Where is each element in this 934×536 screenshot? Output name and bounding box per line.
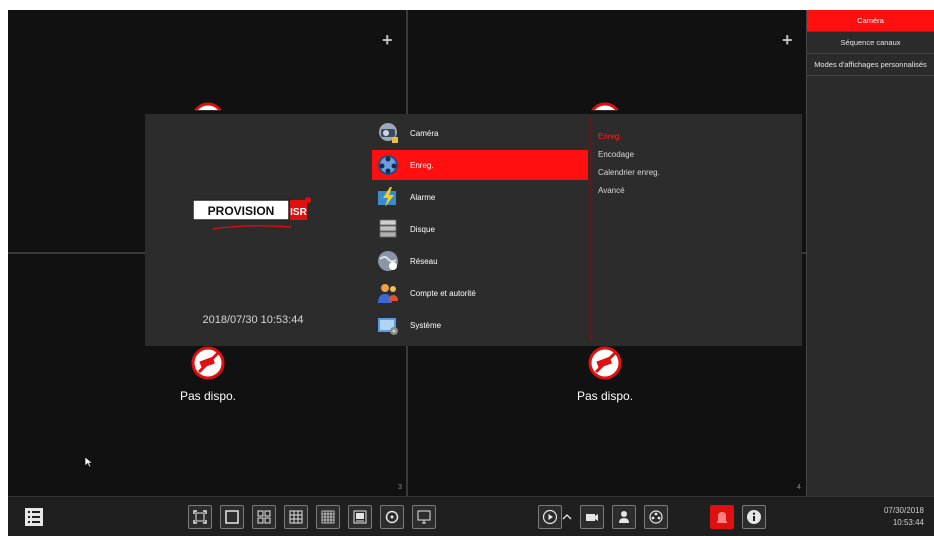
status-label: Pas dispo. (576, 389, 634, 403)
submenu-item-advanced[interactable]: Avancé (598, 182, 798, 200)
submenu: Enreg. Encodage Calendrier enreg. Avancé (598, 128, 798, 200)
svg-text:ISR: ISR (290, 207, 307, 218)
camera-offline-icon (191, 346, 225, 380)
alarm-bell-icon (717, 512, 727, 523)
menu-item-label: Caméra (410, 128, 439, 138)
play-icon (542, 509, 558, 525)
menu-item-disk[interactable]: Disque (372, 214, 588, 244)
menu-item-record[interactable]: Enreg. (372, 150, 588, 180)
channel-number: 4 (797, 484, 801, 491)
menu-item-label: Système (410, 320, 442, 330)
menu-list: Caméra Enreg. Alarme Disque Réseau Compt… (366, 114, 588, 346)
menu-brand-panel: PROVISION ISR 2018/07/30 10:53:44 (145, 114, 361, 346)
layout-4-button[interactable] (252, 505, 276, 529)
add-camera-icon[interactable]: + (782, 30, 793, 51)
menu-item-label: Compte et autorité (410, 288, 476, 298)
network-globe-icon (378, 251, 398, 271)
menu-item-label: Alarme (410, 192, 436, 202)
record-button[interactable] (580, 505, 604, 529)
menu-divider (590, 118, 591, 342)
menu-item-system[interactable]: Système (372, 310, 588, 340)
taskbar: 07/30/2018 10:53:44 (8, 496, 934, 536)
layout-1-button[interactable] (220, 505, 244, 529)
provision-isr-logo: PROVISION ISR (193, 197, 311, 230)
panel-tab-custom-layouts[interactable]: Modes d'affichages personnalisés (807, 54, 934, 76)
channel-panel: Caméra Séquence canaux Modes d'affichage… (806, 10, 934, 496)
nine-view-icon (289, 510, 303, 524)
custom-layout-button[interactable] (348, 505, 372, 529)
film-reel-icon (378, 155, 398, 175)
quad-view-icon (257, 510, 271, 524)
info-icon (747, 510, 761, 524)
playback-button[interactable] (538, 505, 562, 529)
playback-options-button[interactable] (560, 505, 574, 529)
snapshot-button[interactable] (612, 505, 636, 529)
cycle-icon (385, 510, 399, 524)
layout-16-button[interactable] (316, 505, 340, 529)
output-button[interactable] (412, 505, 436, 529)
system-icon (378, 318, 398, 335)
camera-icon (379, 123, 398, 143)
film-reel-icon (649, 510, 663, 524)
info-button[interactable] (742, 505, 766, 529)
video-camera-icon (586, 514, 598, 521)
panel-tab-camera[interactable]: Caméra (807, 10, 934, 32)
sequence-button[interactable] (380, 505, 404, 529)
alarm-button[interactable] (710, 505, 734, 529)
person-icon (619, 511, 629, 523)
taskbar-time: 10:53:44 (892, 518, 924, 527)
layout-9-button[interactable] (284, 505, 308, 529)
monitor-icon (417, 510, 431, 524)
fullscreen-button[interactable] (188, 505, 212, 529)
alarm-icon (378, 187, 396, 207)
svg-text:PROVISION: PROVISION (208, 204, 275, 218)
submenu-item-encoding[interactable]: Encodage (598, 146, 798, 164)
submenu-item-record[interactable]: Enreg. (598, 128, 798, 146)
nvr-screen: + + Pas dispo. 3 Pas dispo. 4 Caméra Séq… (8, 10, 934, 536)
film-button[interactable] (644, 505, 668, 529)
chevron-up-icon (562, 514, 572, 520)
add-camera-icon[interactable]: + (382, 30, 393, 51)
menu-datetime: 2018/07/30 10:53:44 (202, 314, 304, 326)
panel-tab-sequence[interactable]: Séquence canaux (807, 32, 934, 54)
menu-item-alarm[interactable]: Alarme (372, 182, 588, 212)
channel-number: 3 (398, 484, 402, 491)
taskbar-date: 07/30/2018 (883, 506, 924, 515)
disk-icon (379, 219, 397, 238)
single-view-icon (225, 510, 239, 524)
menu-list-icon (25, 508, 43, 526)
mouse-cursor-icon (84, 456, 94, 468)
fullscreen-icon (193, 510, 207, 524)
menu-item-label: Réseau (410, 256, 438, 266)
main-menu: PROVISION ISR 2018/07/30 10:53:44 Caméra (145, 114, 802, 346)
custom-view-icon (353, 510, 367, 524)
start-menu-button[interactable] (22, 505, 46, 529)
menu-item-camera[interactable]: Caméra (372, 118, 588, 148)
menu-item-label: Disque (410, 224, 435, 234)
menu-item-label: Enreg. (410, 160, 434, 170)
submenu-item-schedule[interactable]: Calendrier enreg. (598, 164, 798, 182)
menu-item-accounts[interactable]: Compte et autorité (372, 278, 588, 308)
taskbar-clock: 07/30/2018 10:53:44 (884, 505, 924, 529)
users-icon (378, 284, 398, 303)
camera-offline-icon (588, 346, 622, 380)
status-label: Pas dispo. (179, 389, 237, 403)
sixteen-view-icon (321, 510, 335, 524)
menu-item-network[interactable]: Réseau (372, 246, 588, 276)
